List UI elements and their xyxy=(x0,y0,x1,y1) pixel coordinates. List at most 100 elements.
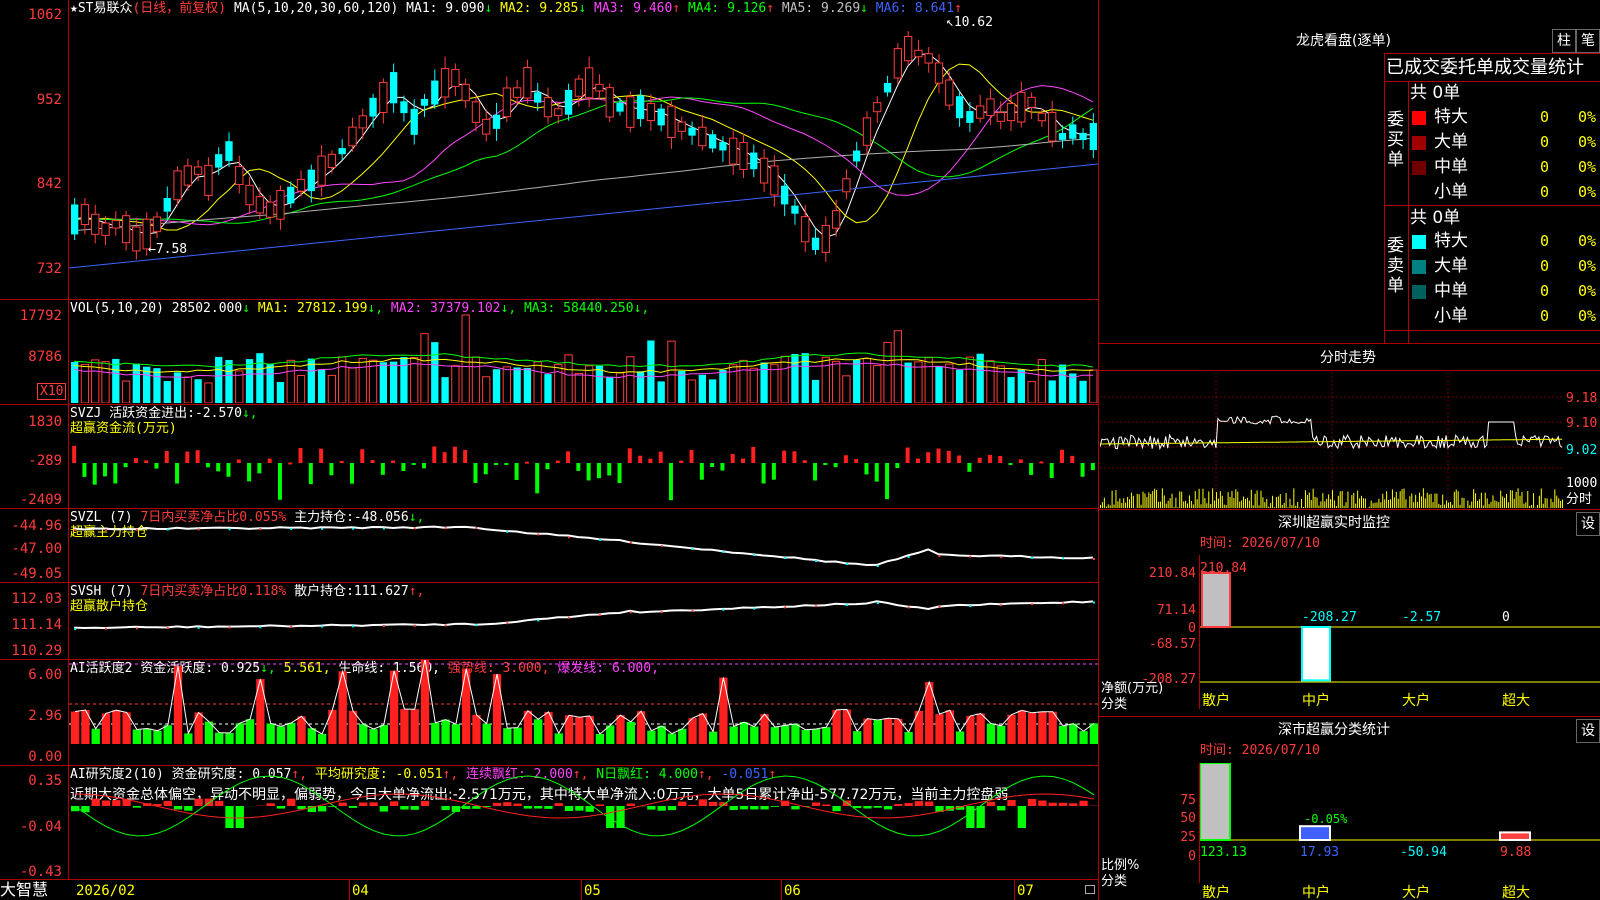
order-percent: 0% xyxy=(1578,232,1597,250)
candle-down xyxy=(410,108,418,135)
lock-icon[interactable] xyxy=(1085,885,1095,894)
capital-flow-bar xyxy=(854,459,859,463)
classify-bar xyxy=(1200,763,1231,841)
svsh-line-chart[interactable] xyxy=(69,583,1098,658)
holding-marker xyxy=(506,622,509,625)
volume-bar-up xyxy=(91,359,100,403)
holding-marker xyxy=(907,606,910,609)
volume-bar-up xyxy=(533,361,542,403)
intraday-volume-bar xyxy=(1332,490,1333,508)
candle-up xyxy=(698,126,707,147)
xaxis-label: 06 xyxy=(784,883,801,899)
intraday-volume-bar xyxy=(1167,500,1169,508)
intraday-volume-bar xyxy=(1341,490,1343,508)
candle-up xyxy=(173,170,182,201)
capital-flow-bar xyxy=(915,458,920,463)
intraday-chart[interactable] xyxy=(1100,372,1564,508)
research-bar xyxy=(492,802,502,806)
svzl-line-chart[interactable] xyxy=(69,509,1098,581)
activity-bar xyxy=(1058,725,1068,744)
candle-up xyxy=(296,178,306,192)
intraday-volume-bar xyxy=(1101,502,1103,508)
volume-bar-down xyxy=(595,365,604,403)
research-bar xyxy=(883,806,893,810)
candle-up xyxy=(831,210,841,229)
ai-activity-chart[interactable] xyxy=(69,660,1098,764)
activity-bar xyxy=(554,733,563,744)
volume-chart[interactable] xyxy=(69,314,1098,403)
divider xyxy=(1384,53,1385,343)
volume-bar-up xyxy=(338,356,347,403)
holding-marker xyxy=(1031,556,1034,559)
intraday-volume-bar xyxy=(1132,495,1134,508)
svzj-bar-chart[interactable] xyxy=(69,405,1098,507)
volume-bar-down xyxy=(153,368,161,403)
volume-bar-down xyxy=(636,371,645,403)
candlestick-chart[interactable] xyxy=(69,14,1098,298)
order-color-swatch xyxy=(1412,161,1426,175)
intraday-volume-bar xyxy=(1330,499,1332,508)
volume-bar-up xyxy=(729,364,738,403)
intraday-volume-bar xyxy=(1560,500,1562,508)
classify-bar-chart[interactable]: 123.13 散户 17.93 中户 -50.94 大户 9.88 超大 -0.05% xyxy=(1200,763,1600,900)
intraday-volume-bar xyxy=(1194,491,1196,508)
volume-bar-down xyxy=(379,362,387,403)
svzl-tick: -49.05 xyxy=(11,566,62,582)
activity-bar xyxy=(503,728,512,744)
candle-up xyxy=(903,36,913,62)
intraday-volume-bar xyxy=(1403,488,1405,508)
holding-marker xyxy=(135,528,138,531)
candle-up xyxy=(677,121,686,132)
activity-bar xyxy=(708,731,718,744)
intraday-volume-bar xyxy=(1146,497,1148,508)
monitor-bar-value: -208.27 xyxy=(1302,610,1357,625)
capital-flow-bar xyxy=(1029,463,1034,475)
bar-view-button[interactable]: 柱 xyxy=(1552,29,1576,53)
svzj-tick: -2409 xyxy=(19,492,62,508)
research-bar xyxy=(173,806,183,810)
intraday-volume-bar xyxy=(1161,488,1163,508)
ai-research-chart[interactable] xyxy=(69,766,1098,879)
volume-bar-up xyxy=(945,363,954,403)
intraday-volume-bar xyxy=(1473,489,1475,508)
candle-up xyxy=(585,67,594,99)
capital-flow-bar xyxy=(164,451,169,463)
capital-flow-bar xyxy=(339,460,344,463)
research-bar xyxy=(1038,800,1047,806)
holding-marker xyxy=(876,602,879,604)
capital-flow-bar xyxy=(267,458,272,463)
monitor-bar-chart[interactable]: 210.84 散户 -208.27 中户 -2.57 大户 0 超大 xyxy=(1200,555,1600,709)
intraday-tick: 9.18 xyxy=(1566,391,1598,406)
holding-marker xyxy=(321,527,324,530)
holding-marker xyxy=(938,555,941,557)
research-bar xyxy=(760,806,769,810)
monitor-tick: 0 xyxy=(1188,621,1196,636)
intraday-volume-bar xyxy=(1210,504,1212,508)
activity-bar xyxy=(544,711,553,744)
research-bar xyxy=(225,806,234,828)
monitor-settings-button[interactable]: 设 xyxy=(1576,512,1600,536)
intraday-volume-bar xyxy=(1347,491,1349,508)
holding-marker xyxy=(722,608,725,611)
research-bar xyxy=(338,802,347,806)
candle-down xyxy=(287,186,295,204)
volume-bar-down xyxy=(1007,377,1015,403)
holding-marker xyxy=(784,557,787,559)
capital-flow-bar xyxy=(843,455,848,463)
candle-down xyxy=(400,101,408,114)
candle-down xyxy=(492,114,501,129)
holding-marker xyxy=(1000,604,1003,607)
holding-marker xyxy=(691,610,694,612)
capital-flow-bar xyxy=(905,447,910,463)
research-bar xyxy=(215,800,224,806)
classify-tick: 0 xyxy=(1188,849,1196,864)
intraday-volume-bar xyxy=(1252,505,1254,508)
intraday-volume-bar xyxy=(1395,491,1397,508)
capital-flow-bar xyxy=(607,463,612,476)
capital-flow-bar xyxy=(627,448,632,463)
tick-view-button[interactable]: 笔 xyxy=(1576,29,1600,53)
activity-bar xyxy=(801,729,810,744)
classify-bar-value: 9.88 xyxy=(1500,845,1531,860)
volume-unit-badge: X10 xyxy=(37,383,67,400)
classify-settings-button[interactable]: 设 xyxy=(1576,719,1600,743)
